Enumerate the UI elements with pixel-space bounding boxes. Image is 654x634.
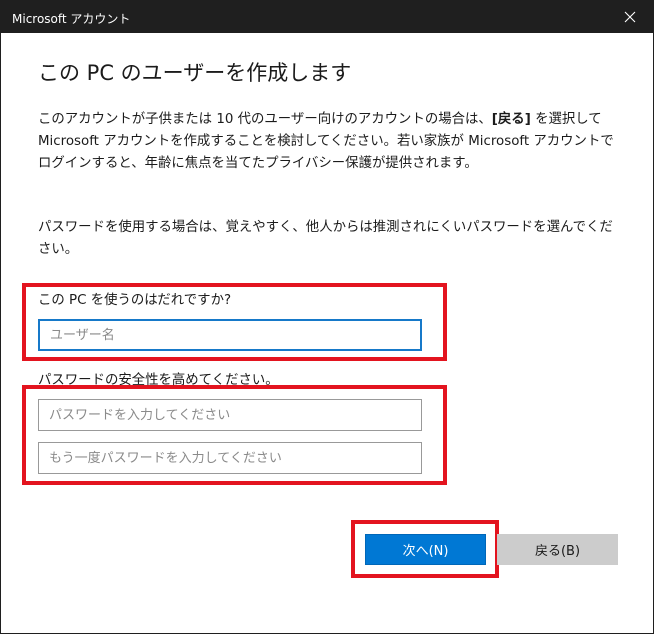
username-input[interactable] — [38, 319, 422, 351]
username-label: この PC を使うのはだれですか? — [38, 293, 232, 308]
back-reference-text: [戻る] — [491, 112, 531, 127]
description-paragraph: このアカウントが子供または 10 代のユーザー向けのアカウントの場合は、[戻る]… — [38, 109, 623, 175]
password-label: パスワードの安全性を高めてください。 — [38, 373, 279, 388]
close-button[interactable] — [607, 1, 653, 33]
back-button[interactable]: 戻る(B) — [497, 534, 618, 565]
title-bar[interactable]: Microsoft アカウント — [1, 1, 653, 33]
page-title: この PC のユーザーを作成します — [38, 61, 352, 85]
password-advice-paragraph: パスワードを使用する場合は、覚えやすく、他人からは推測されにくいパスワードを選ん… — [38, 220, 613, 257]
password-input[interactable] — [38, 399, 422, 431]
confirm-password-input[interactable] — [38, 442, 422, 474]
next-button[interactable]: 次へ(N) — [365, 534, 486, 565]
window-title: Microsoft アカウント — [12, 12, 131, 26]
close-icon — [624, 11, 636, 23]
dialog-window: Microsoft アカウント この PC のユーザーを作成します このアカウン… — [0, 0, 654, 634]
description-text-start: このアカウントが子供または 10 代のユーザー向けのアカウントの場合は、 — [38, 112, 492, 127]
